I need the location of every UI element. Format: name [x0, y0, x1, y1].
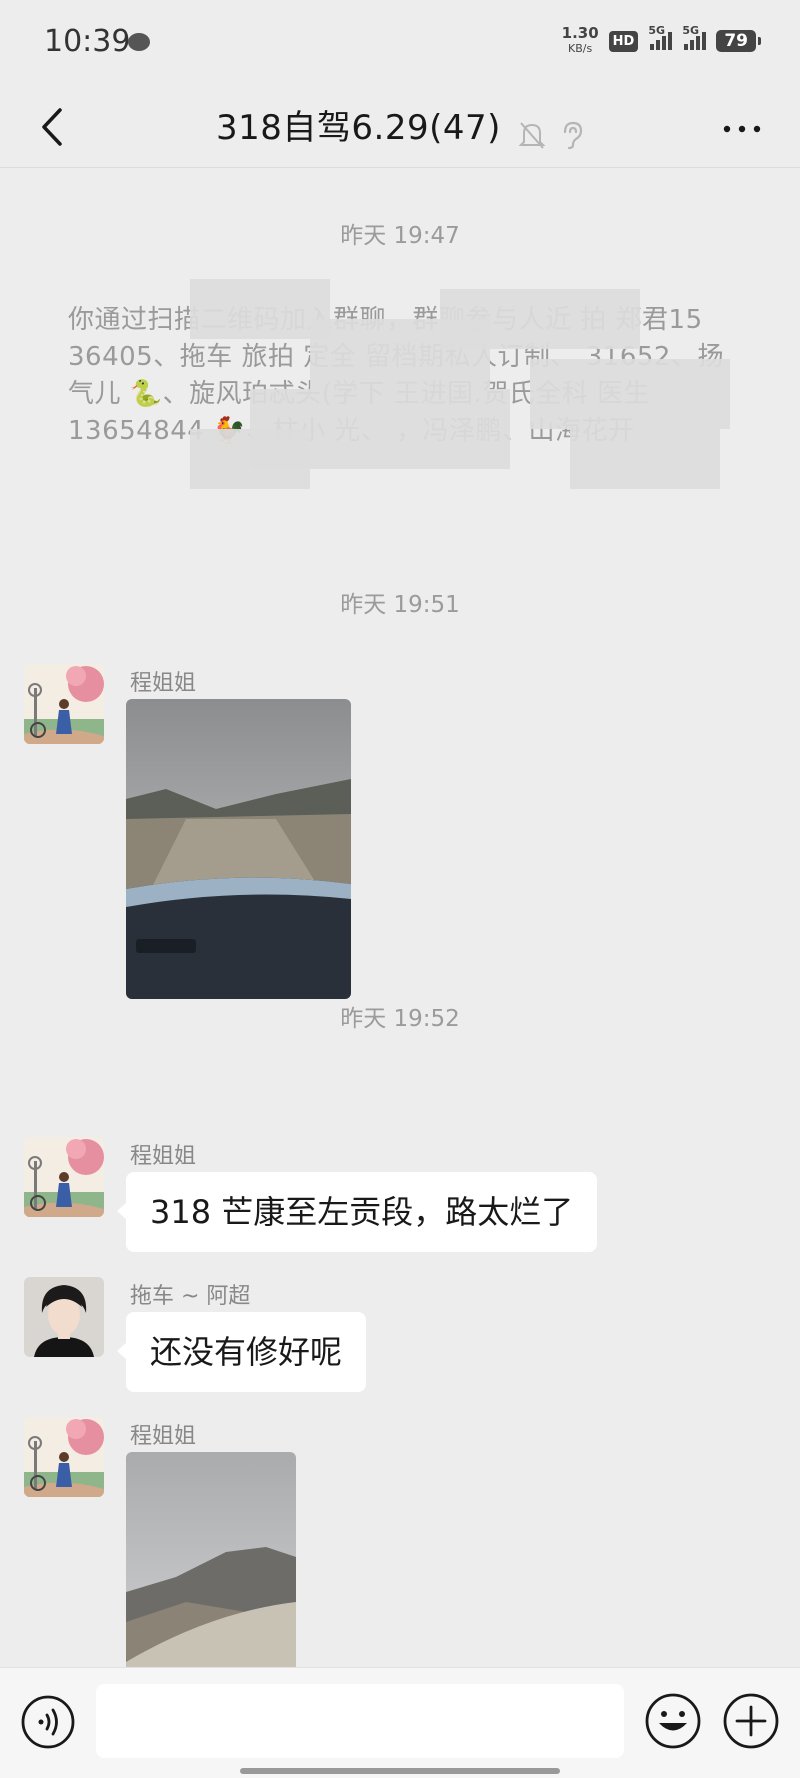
more-actions-button[interactable]: [722, 1692, 780, 1750]
home-indicator[interactable]: [240, 1768, 560, 1774]
title-wrap: 318自驾6.29(47): [0, 100, 800, 150]
hd-badge: HD: [608, 30, 639, 52]
avatar-illustration: [24, 664, 104, 744]
network-speed: 1.30 KB/s: [562, 26, 599, 56]
timestamp: 昨天 19:52: [340, 1006, 460, 1032]
battery-icon: 79: [716, 30, 761, 52]
chat-title[interactable]: 318自驾6.29(47): [216, 108, 501, 148]
sender-name: 程姐姐: [130, 1424, 197, 1449]
chat-header: 318自驾6.29(47): [0, 88, 800, 168]
sender-name: 程姐姐: [130, 1144, 197, 1169]
avatar[interactable]: [24, 1277, 104, 1357]
message-input[interactable]: [96, 1684, 624, 1758]
plus-icon: [723, 1693, 779, 1749]
input-bar: [0, 1667, 800, 1778]
more-button[interactable]: [720, 114, 764, 144]
system-message: 你通过扫描二维码加入群聊，群聊参与人近 拍 郑君15 36405、拖车 旅拍 定…: [68, 305, 724, 446]
signal-1-label: 5G: [648, 24, 666, 37]
message-bubble[interactable]: 318 芒康至左贡段，路太烂了: [116, 1172, 598, 1252]
message-bubble[interactable]: 还没有修好呢: [116, 1312, 367, 1392]
timestamp: 昨天 19:51: [340, 592, 460, 618]
timestamp: 昨天 19:47: [340, 223, 460, 249]
avatar-portrait: [24, 1277, 104, 1357]
emoji-button[interactable]: [644, 1692, 702, 1750]
avatar-illustration: [24, 1137, 104, 1217]
road-photo: [126, 699, 351, 999]
network-speed-unit: KB/s: [568, 42, 593, 55]
more-icon: [723, 125, 761, 133]
chat-area[interactable]: 昨天 19:47 你通过扫描二维码加入群聊，群聊参与人近 拍 郑君15 3640…: [0, 169, 800, 1667]
voice-button[interactable]: [20, 1694, 76, 1750]
signal-2-icon: 5G: [682, 24, 707, 50]
message-notification-icon: [128, 33, 150, 51]
status-time: 10:39: [44, 24, 131, 59]
mountain-photo: [126, 1452, 296, 1667]
network-speed-value: 1.30: [561, 24, 599, 42]
signal-2-label: 5G: [682, 24, 700, 37]
sender-name: 拖车 ~ 阿超: [130, 1284, 251, 1309]
ear-icon: [563, 121, 583, 149]
status-bar: 10:39 1.30 KB/s HD 5G 5G 79: [0, 0, 800, 88]
title-status-icons: [518, 120, 584, 150]
photo-message[interactable]: [126, 1452, 296, 1667]
mute-bell-icon: [518, 121, 546, 149]
emoji-icon: [645, 1693, 701, 1749]
avatar[interactable]: [24, 1417, 104, 1497]
photo-message[interactable]: [126, 699, 351, 999]
avatar[interactable]: [24, 1137, 104, 1217]
voice-icon: [21, 1695, 75, 1749]
avatar-illustration: [24, 1417, 104, 1497]
signal-1-icon: 5G: [648, 24, 673, 50]
sender-name: 程姐姐: [130, 671, 197, 696]
avatar[interactable]: [24, 664, 104, 744]
status-indicators: 1.30 KB/s HD 5G 5G 79: [562, 24, 761, 56]
